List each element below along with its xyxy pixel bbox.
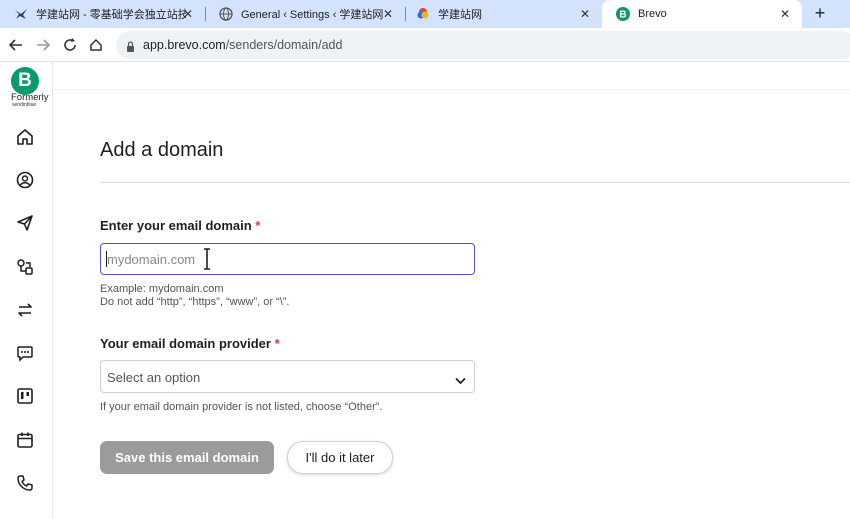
campaigns-icon[interactable] bbox=[16, 214, 34, 232]
browser-tabstrip: 学建站网 - 零基础学会独立站技术 ✕ General ‹ Settings ‹… bbox=[0, 0, 850, 28]
tab-title: General ‹ Settings ‹ 学建站网 — W bbox=[241, 9, 386, 21]
meetings-icon[interactable] bbox=[16, 431, 34, 449]
phone-icon[interactable] bbox=[16, 474, 34, 492]
close-icon[interactable]: ✕ bbox=[181, 7, 195, 21]
forward-arrow-icon[interactable] bbox=[33, 35, 53, 55]
tab-4-active[interactable]: B Brevo ✕ bbox=[602, 0, 802, 28]
domain-label-text: Enter your email domain bbox=[100, 218, 252, 233]
contacts-icon[interactable] bbox=[16, 171, 34, 189]
ibeam-cursor-icon bbox=[203, 248, 211, 270]
tab-2[interactable]: General ‹ Settings ‹ 学建站网 — W ✕ bbox=[205, 0, 405, 28]
tab-title: 学建站网 - 零基础学会独立站技术 bbox=[36, 9, 186, 21]
home-nav-icon[interactable] bbox=[86, 35, 106, 55]
url-path: /senders/domain/add bbox=[225, 38, 343, 52]
globe-favicon-icon bbox=[219, 7, 233, 21]
browser-toolbar: app.brevo.com/senders/domain/add bbox=[0, 28, 850, 62]
transactional-icon[interactable] bbox=[16, 301, 34, 319]
domain-field-label: Enter your email domain * bbox=[100, 218, 260, 233]
new-tab-button[interactable]: + bbox=[808, 2, 832, 26]
reload-icon[interactable] bbox=[60, 35, 80, 55]
conversations-icon[interactable] bbox=[16, 344, 34, 362]
main-content: Add a domain Enter your email domain * E… bbox=[53, 62, 850, 519]
close-icon[interactable]: ✕ bbox=[778, 7, 792, 21]
sendinblue-label: sendinblue bbox=[12, 102, 37, 108]
do-it-later-button[interactable]: I'll do it later bbox=[287, 441, 393, 474]
provider-select[interactable]: Select an option bbox=[100, 360, 475, 393]
provider-field-label: Your email domain provider * bbox=[100, 336, 280, 351]
close-icon[interactable]: ✕ bbox=[381, 7, 395, 21]
tab-title: Brevo bbox=[638, 8, 667, 20]
url-text: app.brevo.com/senders/domain/add bbox=[143, 38, 342, 52]
url-host: app.brevo.com bbox=[143, 38, 226, 52]
tab-3[interactable]: 学建站网 ✕ bbox=[402, 0, 602, 28]
save-domain-button[interactable]: Save this email domain bbox=[100, 441, 274, 474]
sales-icon[interactable] bbox=[16, 387, 34, 405]
colorful-favicon-icon bbox=[416, 7, 430, 21]
close-icon[interactable]: ✕ bbox=[578, 7, 592, 21]
text-caret bbox=[106, 251, 107, 267]
provider-label-text: Your email domain provider bbox=[100, 336, 271, 351]
automations-icon[interactable] bbox=[16, 258, 34, 276]
required-mark: * bbox=[274, 336, 280, 351]
email-domain-input[interactable] bbox=[101, 244, 474, 274]
provider-hint: If your email domain provider is not lis… bbox=[100, 401, 383, 413]
title-divider bbox=[100, 182, 850, 183]
domain-hint-example: Example: mydomain.com bbox=[100, 283, 224, 295]
scissor-bird-favicon-icon bbox=[14, 7, 28, 21]
provider-select-value: Select an option bbox=[107, 370, 201, 385]
tab-1[interactable]: 学建站网 - 零基础学会独立站技术 ✕ bbox=[0, 0, 205, 28]
required-mark: * bbox=[255, 218, 261, 233]
domain-hint-rule: Do not add “http”, “https”, “www”, or “\… bbox=[100, 296, 290, 308]
home-icon[interactable] bbox=[16, 128, 34, 146]
header-divider bbox=[53, 89, 850, 90]
brevo-logo[interactable]: B bbox=[11, 67, 39, 95]
page-title: Add a domain bbox=[100, 139, 224, 161]
tab-title: 学建站网 bbox=[438, 9, 482, 21]
lock-icon bbox=[126, 39, 135, 57]
chevron-down-icon bbox=[455, 372, 466, 390]
app-sidebar: B Formerly sendinblue bbox=[0, 62, 53, 519]
back-arrow-icon[interactable] bbox=[6, 35, 26, 55]
email-domain-input-wrapper[interactable] bbox=[100, 243, 475, 275]
svg-text:B: B bbox=[619, 10, 626, 21]
brevo-favicon-icon: B bbox=[616, 7, 630, 21]
address-bar[interactable]: app.brevo.com/senders/domain/add bbox=[116, 31, 850, 59]
